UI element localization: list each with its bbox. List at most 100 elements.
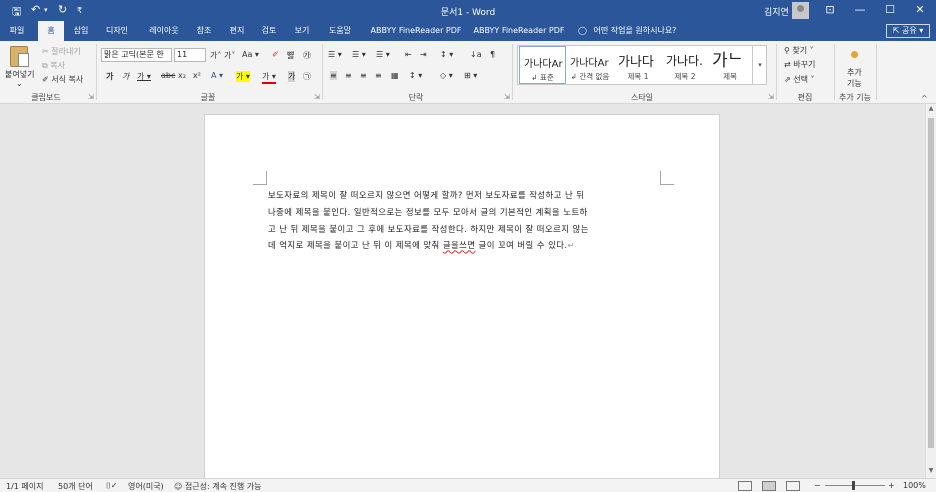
underline-icon[interactable]: 가 ▾	[137, 71, 151, 82]
enclose-characters-icon[interactable]: ㉮	[303, 50, 311, 61]
vertical-scrollbar[interactable]: ▲ ▼	[925, 104, 936, 478]
style-heading-2[interactable]: 가나다. 제목 2	[662, 46, 708, 84]
multilevel-list-icon[interactable]: ☰ ▾	[376, 50, 390, 59]
numbering-icon[interactable]: ☰ ▾	[352, 50, 366, 59]
tab-abbyy[interactable]: ABBYY FineReader PDF	[473, 21, 565, 41]
zoom-slider-thumb[interactable]	[852, 481, 855, 490]
shrink-font-icon[interactable]: 가˅	[224, 50, 235, 61]
user-name[interactable]: 김지연	[764, 5, 789, 18]
format-painter-button[interactable]: ✐ 서식 복사	[42, 74, 83, 85]
highlight-color-icon[interactable]: 가 ▾	[236, 71, 250, 82]
style-heading-1[interactable]: 가나다 제목 1	[614, 46, 662, 84]
distributed-icon[interactable]: ▦	[391, 71, 399, 80]
zoom-in-button[interactable]: +	[888, 481, 895, 490]
ribbon-display-options-icon[interactable]: ⊡	[815, 0, 845, 21]
cut-button[interactable]: ✂ 잘라내기	[42, 46, 81, 57]
grow-font-icon[interactable]: 가˄	[210, 50, 221, 61]
character-shading-icon[interactable]: 가	[288, 71, 296, 82]
avatar[interactable]	[792, 2, 809, 19]
superscript-icon[interactable]: x²	[193, 71, 201, 80]
tab-home[interactable]: 홈	[38, 21, 64, 41]
bullets-icon[interactable]: ☰ ▾	[328, 50, 342, 59]
print-layout-icon[interactable]	[762, 481, 776, 491]
paragraph-launcher-icon[interactable]: ⇲	[504, 93, 510, 101]
sort-icon[interactable]: ↓a	[470, 50, 482, 59]
align-center-icon[interactable]: ≡	[345, 71, 352, 80]
align-right-icon[interactable]: ≡	[360, 71, 367, 80]
font-launcher-icon[interactable]: ⇲	[314, 93, 320, 101]
line-spacing-icon[interactable]: ↕ ▾	[409, 71, 422, 80]
text-line: 나중에 제목을 붙인다. 일반적으로는 정보를 모두 모아서 글의 기본적인 계…	[268, 206, 588, 217]
add-ins-icon[interactable]	[851, 51, 858, 58]
style-title[interactable]: 가ᄂ 제목	[708, 46, 752, 84]
accessibility-text: 접근성: 계속 진행 가능	[184, 482, 262, 491]
clipboard-launcher-icon[interactable]: ⇲	[88, 93, 94, 101]
tab-file[interactable]: 파일	[4, 21, 30, 41]
find-button[interactable]: ⚲ 찾기 ˅	[784, 45, 814, 56]
align-left-icon[interactable]: ≡	[330, 71, 337, 80]
font-size-input[interactable]: 11	[174, 48, 206, 62]
change-case-icon[interactable]: Aa ▾	[242, 50, 259, 59]
bold-icon[interactable]: 가	[106, 71, 113, 82]
tab-view[interactable]: 보기	[289, 21, 315, 41]
text-line-tail: 글이 꼬여 버릴 수 있다.	[475, 240, 568, 251]
subscript-icon[interactable]: x₂	[178, 71, 186, 80]
page-count[interactable]: 1/1 페이지	[6, 481, 44, 492]
text-direction-icon[interactable]: ↕ ▾	[440, 50, 453, 59]
tell-me-box[interactable]: ◯ 어떤 작업을 원하시나요?	[578, 21, 676, 41]
style-normal[interactable]: 가나다Ar ↲ 표준	[519, 46, 566, 84]
document-page[interactable]: 보도자료의 제목이 잘 떠오르지 않으면 어떻게 할까? 먼저 보도자료를 작성…	[204, 114, 720, 484]
styles-launcher-icon[interactable]: ⇲	[768, 93, 774, 101]
add-ins-button[interactable]: 추가	[847, 67, 862, 78]
replace-button[interactable]: ⇄ 바꾸기	[784, 59, 815, 70]
increase-indent-icon[interactable]: ⇥	[420, 50, 427, 59]
share-button[interactable]: ⇱ 공유 ▾	[886, 24, 930, 38]
justify-icon[interactable]: ≡	[375, 71, 382, 80]
web-layout-icon[interactable]	[786, 481, 800, 491]
clear-formatting-icon[interactable]: ✐	[272, 50, 279, 59]
tab-abbyy-15[interactable]: ABBYY FineReader PDF 15	[366, 21, 466, 55]
show-marks-icon[interactable]: ¶	[490, 50, 495, 59]
scroll-down-icon[interactable]: ▼	[926, 466, 936, 476]
styles-more-icon[interactable]: ▾	[752, 45, 767, 85]
tab-review[interactable]: 검토	[256, 21, 282, 41]
phonetic-guide-icon[interactable]: 뻃	[287, 50, 294, 61]
accessibility-status[interactable]: ☺ 접근성: 계속 진행 가능	[174, 481, 261, 492]
zoom-out-button[interactable]: −	[814, 481, 821, 490]
scroll-thumb[interactable]	[928, 118, 934, 448]
zoom-level[interactable]: 100%	[903, 481, 926, 490]
paste-dropdown-icon[interactable]: ⌄	[16, 79, 23, 88]
enclosed-character-icon[interactable]: ㉠	[303, 71, 311, 82]
decrease-indent-icon[interactable]: ⇤	[405, 50, 412, 59]
shading-icon[interactable]: ◇ ▾	[440, 71, 453, 80]
font-name-input[interactable]: 맑은 고딕(본문 한	[101, 48, 172, 62]
select-button[interactable]: ⇗ 선택 ˅	[784, 74, 815, 85]
tab-insert[interactable]: 삽입	[68, 21, 94, 41]
strikethrough-icon[interactable]: abc	[161, 71, 175, 80]
borders-icon[interactable]: ⊞ ▾	[464, 71, 477, 80]
style-no-spacing[interactable]: 가나다Ar ↲ 간격 없음	[566, 46, 614, 84]
tab-references[interactable]: 참조	[191, 21, 217, 41]
add-ins-button-label[interactable]: 기능	[847, 78, 862, 89]
scroll-up-icon[interactable]: ▲	[926, 104, 936, 114]
tab-help[interactable]: 도움말	[323, 21, 357, 41]
paste-icon[interactable]	[10, 46, 29, 67]
tab-design[interactable]: 디자인	[100, 21, 134, 41]
document-body[interactable]: 보도자료의 제목이 잘 떠오르지 않으면 어떻게 할까? 먼저 보도자료를 작성…	[268, 187, 656, 254]
tab-mailings[interactable]: 편지	[224, 21, 250, 41]
tab-layout[interactable]: 레이아웃	[142, 21, 186, 41]
close-icon[interactable]: ✕	[905, 0, 935, 21]
copy-button[interactable]: ⧉ 복사	[42, 60, 65, 71]
text-effects-icon[interactable]: A ▾	[211, 71, 223, 80]
proofing-icon[interactable]: ⌷✓	[106, 481, 118, 491]
zoom-slider[interactable]	[825, 485, 885, 486]
language-indicator[interactable]: 영어(미국)	[128, 481, 164, 492]
font-color-icon[interactable]: 가 ▾	[262, 71, 276, 84]
maximize-icon[interactable]: ☐	[875, 0, 905, 21]
collapse-ribbon-icon[interactable]: ^	[921, 94, 928, 103]
minimize-icon[interactable]: —	[845, 0, 875, 21]
italic-icon[interactable]: 가	[122, 71, 129, 82]
read-mode-icon[interactable]	[738, 481, 752, 491]
misspelled-word[interactable]: 글을쓰면	[443, 240, 476, 250]
word-count[interactable]: 50개 단어	[58, 481, 93, 492]
